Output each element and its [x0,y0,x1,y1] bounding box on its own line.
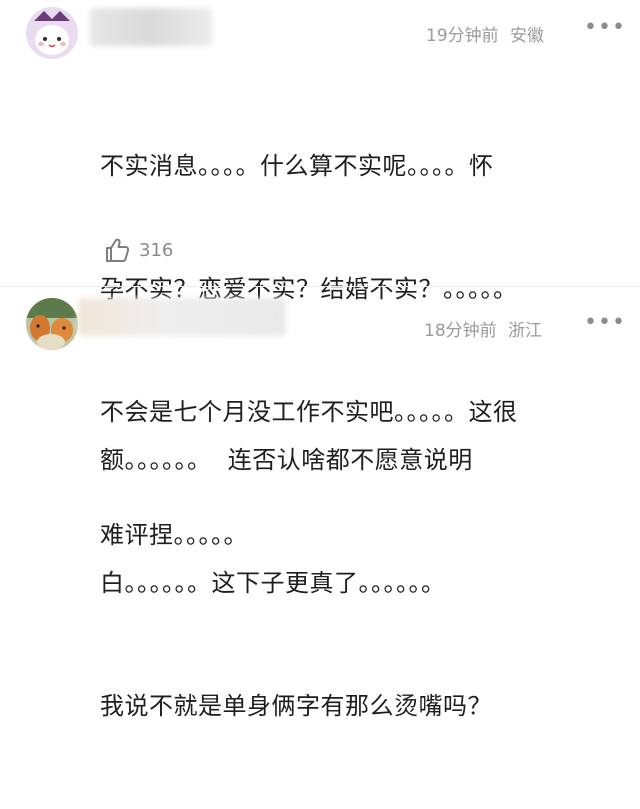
avatar[interactable] [26,7,78,59]
comment-card: 18分钟前 浙江 ••• 额。。。。。。 连否认啥都不愿意说明 白。。。。。。这… [0,290,640,720]
avatar[interactable] [26,298,78,350]
comment-line: 额。。。。。。 连否认啥都不愿意说明 [100,446,473,474]
blurred-username [78,298,286,336]
like-count: 316 [139,239,174,261]
timestamp: 18分钟前 [424,321,497,341]
divider [0,286,640,287]
comment-meta: 19分钟前 安徽 [426,21,544,46]
thumbs-up-icon [106,238,130,262]
comment-line: 我说不就是单身俩字有那么烫嘴吗？ [100,692,492,720]
comment-text: 额。。。。。。 连否认啥都不愿意说明 白。。。。。。这下子更真了。。。。。。 我… [100,358,492,809]
comment-line: 白。。。。。。这下子更真了。。。。。。 [100,569,446,597]
comment-meta: 18分钟前 浙江 [424,316,542,341]
location: 安徽 [510,26,545,46]
more-options-icon[interactable]: ••• [584,15,626,40]
more-options-icon[interactable]: ••• [584,310,626,335]
location: 浙江 [508,321,543,341]
photo-avatar-icon [26,298,78,350]
comment-line: 不实消息。。。。什么算不实呢。。。。怀 [100,152,494,180]
timestamp: 19分钟前 [426,26,499,46]
like-button[interactable]: 316 [103,236,173,264]
comment-card: 19分钟前 安徽 ••• 不实消息。。。。什么算不实呢。。。。怀 孕不实？恋爱不… [0,0,640,549]
blurred-username [90,8,212,46]
cartoon-avatar-icon [26,7,78,59]
